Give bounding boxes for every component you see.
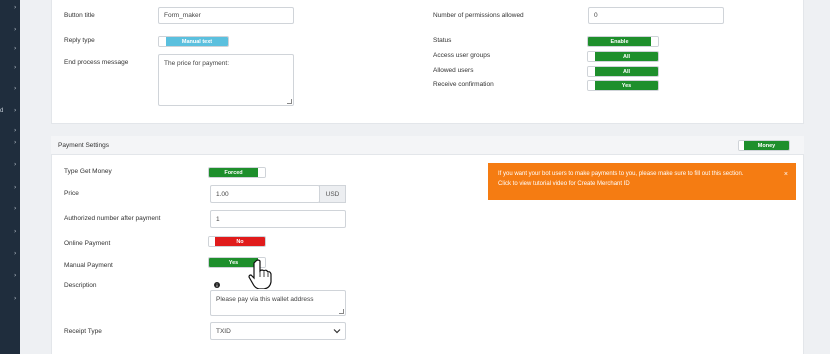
- status-value: Enable: [588, 37, 651, 46]
- access-groups-label: Access user groups: [433, 52, 491, 59]
- resize-handle-icon[interactable]: [287, 99, 292, 104]
- reply-type-toggle[interactable]: Manual text: [158, 36, 229, 47]
- chevron-right-icon[interactable]: ›: [14, 86, 16, 92]
- sidebar: d › › › › › › › › › › › › › › ›: [0, 0, 20, 354]
- receipt-type-value: TXID: [216, 327, 231, 335]
- tutorial-link[interactable]: Click to view tutorial video for Create …: [498, 181, 786, 187]
- description-textarea[interactable]: Please pay via this wallet address: [210, 290, 346, 316]
- payment-settings-title: Payment Settings: [58, 142, 109, 149]
- hand-pointer-icon: [248, 259, 272, 289]
- receipt-type-label: Receipt Type: [64, 328, 102, 335]
- end-message-text: The price for payment:: [164, 60, 230, 67]
- toggle-handle: [258, 168, 265, 177]
- price-input[interactable]: 1.00: [210, 185, 320, 203]
- receive-confirmation-value: Yes: [595, 81, 658, 90]
- end-message-label: End process message: [64, 59, 129, 66]
- receive-confirmation-label: Receive confirmation: [433, 81, 494, 88]
- button-title-label: Button title: [64, 12, 95, 19]
- price-label: Price: [64, 190, 79, 197]
- chevron-right-icon[interactable]: ›: [14, 140, 16, 146]
- authorized-number-input[interactable]: 1: [210, 210, 346, 228]
- permissions-label: Number of permissions allowed: [433, 12, 524, 19]
- chevron-right-icon[interactable]: ›: [14, 296, 16, 302]
- online-payment-toggle[interactable]: No: [208, 236, 266, 247]
- access-groups-toggle[interactable]: All: [587, 51, 659, 62]
- chevron-right-icon[interactable]: ›: [14, 65, 16, 71]
- online-payment-label: Online Payment: [64, 240, 111, 247]
- alert-message: If you want your bot users to make payme…: [498, 171, 744, 177]
- money-toggle[interactable]: Money: [738, 140, 790, 151]
- payment-settings-header: [51, 136, 804, 155]
- type-get-money-value: Forced: [209, 168, 258, 177]
- chevron-right-icon[interactable]: ›: [14, 206, 16, 212]
- currency-addon: USD: [319, 185, 346, 203]
- receipt-type-select[interactable]: TXID: [210, 322, 346, 340]
- reply-type-label: Reply type: [64, 37, 95, 44]
- status-toggle[interactable]: Enable: [587, 36, 659, 47]
- end-message-textarea[interactable]: The price for payment:: [158, 54, 294, 106]
- chevron-right-icon[interactable]: ›: [14, 162, 16, 168]
- chevron-right-icon[interactable]: ›: [14, 128, 16, 134]
- close-icon[interactable]: ×: [784, 171, 788, 178]
- permissions-input[interactable]: 0: [588, 7, 724, 24]
- allowed-users-label: Allowed users: [433, 67, 474, 74]
- toggle-handle: [159, 37, 166, 46]
- toggle-handle: [588, 67, 595, 76]
- chevron-right-icon[interactable]: ›: [14, 273, 16, 279]
- chevron-right-icon[interactable]: ›: [14, 27, 16, 33]
- chevron-right-icon[interactable]: ›: [14, 229, 16, 235]
- online-payment-value: No: [215, 237, 265, 246]
- reply-type-value: Manual text: [166, 37, 228, 46]
- description-label: Description: [64, 282, 97, 289]
- toggle-handle: [588, 81, 595, 90]
- status-label: Status: [433, 37, 452, 44]
- toggle-handle: [651, 37, 658, 46]
- merchant-alert: If you want your bot users to make payme…: [488, 163, 796, 200]
- money-toggle-value: Money: [744, 141, 789, 150]
- authorized-number-label: Authorized number after payment: [64, 215, 161, 222]
- allowed-users-value: All: [595, 67, 658, 76]
- chevron-right-icon[interactable]: ›: [14, 46, 16, 52]
- manual-payment-label: Manual Payment: [64, 262, 113, 269]
- receive-confirmation-toggle[interactable]: Yes: [587, 80, 659, 91]
- chevron-down-icon: [333, 329, 341, 334]
- resize-handle-icon[interactable]: [339, 309, 344, 314]
- type-get-money-label: Type Get Money: [64, 168, 112, 175]
- access-groups-value: All: [595, 52, 658, 61]
- sidebar-item-label[interactable]: d: [0, 108, 3, 114]
- info-icon[interactable]: i: [214, 282, 220, 288]
- chevron-right-icon[interactable]: ›: [14, 251, 16, 257]
- chevron-right-icon[interactable]: ›: [14, 5, 16, 11]
- allowed-users-toggle[interactable]: All: [587, 66, 659, 77]
- chevron-right-icon[interactable]: ›: [14, 185, 16, 191]
- toggle-handle: [588, 52, 595, 61]
- description-text: Please pay via this wallet address: [216, 296, 314, 303]
- chevron-right-icon[interactable]: ›: [14, 108, 16, 114]
- type-get-money-toggle[interactable]: Forced: [208, 167, 266, 178]
- button-title-input[interactable]: Form_maker: [158, 7, 294, 24]
